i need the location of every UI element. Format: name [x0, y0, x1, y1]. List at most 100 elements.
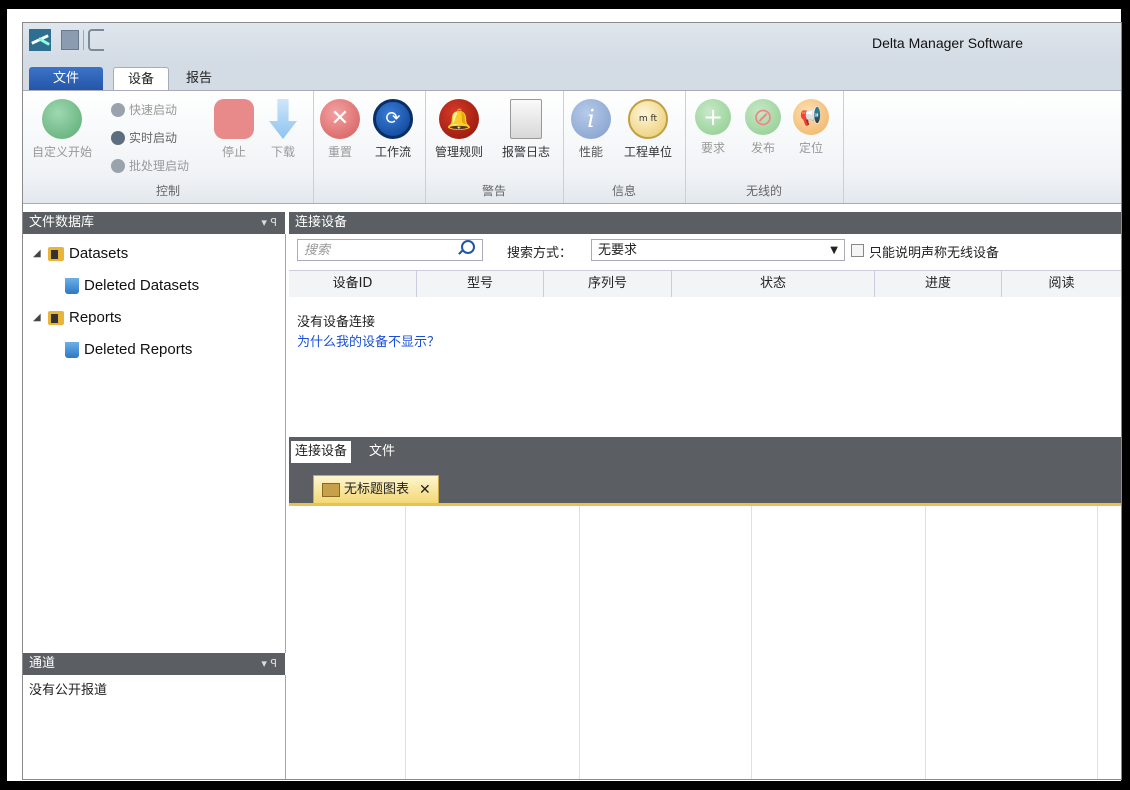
device-grid-body: 没有设备连接 为什么我的设备不显示？: [289, 297, 1121, 437]
ribbon-group-control: 自定义开始 快速启动 实时启动 批处理启动 停止 下载 控制: [23, 91, 314, 203]
file-db-tree: ◢ Datasets Deleted Datasets ◢ Reports De…: [23, 234, 286, 642]
group-title-control: 控制: [155, 184, 180, 198]
panel-splitter[interactable]: [23, 642, 286, 653]
workflow-button[interactable]: ⟳ 工作流: [365, 99, 421, 160]
custom-start-button[interactable]: 自定义开始: [27, 99, 97, 160]
expand-arrow-icon[interactable]: ◢: [33, 304, 43, 332]
alarm-log-label: 报警日志: [501, 145, 550, 159]
locate-button[interactable]: 📢 定位: [791, 99, 831, 156]
tree-item-label: Reports: [69, 309, 122, 326]
device-search-bar: 搜索 搜索方式： 无要求 ▼ 只能说明声称无线设备: [289, 234, 1121, 266]
tab-report[interactable]: 报告: [173, 67, 225, 91]
engineering-units-label: 工程单位: [623, 145, 672, 159]
custom-start-label: 自定义开始: [31, 145, 92, 159]
alarm-log-button[interactable]: 报警日志: [495, 99, 557, 160]
grid-line: [405, 506, 406, 779]
publish-button[interactable]: ⊘ 发布: [743, 99, 783, 156]
publish-blocked-icon: ⊘: [745, 99, 781, 135]
batch-icon: [111, 158, 125, 173]
why-devices-missing-link[interactable]: 为什么我的设备不显示？: [297, 331, 440, 350]
download-arrow-icon: [269, 99, 297, 139]
expand-arrow-icon[interactable]: ◢: [33, 240, 43, 268]
tab-file[interactable]: 文件: [29, 67, 103, 91]
app-title: Delta Manager Software: [872, 35, 1023, 51]
channels-body: 没有公开报道: [23, 675, 286, 779]
stop-label: 停止: [221, 145, 246, 159]
app-logo-icon[interactable]: [29, 29, 51, 51]
column-header-device-id[interactable]: 设备ID: [289, 271, 417, 297]
tree-item-label: Deleted Reports: [84, 341, 193, 358]
column-header-status[interactable]: 状态: [672, 271, 875, 297]
column-header-progress[interactable]: 进度: [875, 271, 1002, 297]
column-header-serial[interactable]: 序列号: [544, 271, 672, 297]
tab-device[interactable]: 设备: [113, 67, 169, 92]
engineering-units-button[interactable]: m ft 工程单位: [617, 99, 679, 160]
undo-icon[interactable]: [88, 29, 104, 51]
download-button[interactable]: 下载: [263, 99, 303, 160]
quick-start-label: 快速启动: [129, 103, 178, 117]
group-title-info: 信息: [611, 184, 636, 198]
play-icon: [111, 130, 125, 145]
grid-line: [925, 506, 926, 779]
connected-devices-header: 连接设备: [289, 212, 1121, 234]
column-header-reading[interactable]: 阅读: [1002, 271, 1121, 297]
tab-connected-devices[interactable]: 连接设备: [291, 441, 352, 463]
start-circle-icon: [42, 99, 82, 139]
tree-item-deleted-datasets[interactable]: Deleted Datasets: [65, 272, 199, 300]
device-grid-header: 设备ID 型号 序列号 状态 进度 阅读: [289, 270, 1121, 298]
tree-item-datasets[interactable]: ◢ Datasets: [33, 240, 128, 268]
locate-label: 定位: [798, 141, 823, 155]
channels-title: 通道: [29, 656, 56, 671]
grid-line: [1097, 506, 1098, 779]
group-title-alarm: 警告: [481, 184, 506, 198]
runner-icon: [111, 102, 125, 117]
quick-start-button[interactable]: 快速启动: [111, 101, 177, 118]
grid-line: [751, 506, 752, 779]
reset-x-icon: ✕: [320, 99, 360, 139]
no-devices-text: 没有设备连接: [297, 315, 376, 330]
save-icon[interactable]: [61, 30, 79, 50]
search-icon[interactable]: [461, 240, 475, 254]
ribbon-group-wireless: + 要求 ⊘ 发布 📢 定位 无线的: [685, 91, 844, 203]
grid-line: [579, 506, 580, 779]
toolbar-divider: [83, 30, 84, 50]
realtime-start-button[interactable]: 实时启动: [111, 129, 177, 146]
stop-button[interactable]: 停止: [211, 99, 257, 160]
chart-canvas[interactable]: [289, 506, 1121, 779]
wireless-only-checkbox[interactable]: [851, 244, 864, 257]
file-db-title: 文件数据库: [29, 215, 95, 230]
device-search-input[interactable]: 搜索: [297, 239, 483, 261]
file-db-panel-header: 文件数据库 ▾ ꟼ: [23, 212, 285, 234]
search-mode-label: 搜索方式：: [507, 246, 573, 261]
megaphone-icon: 📢: [793, 99, 829, 135]
tab-files[interactable]: 文件: [365, 441, 399, 463]
search-mode-select[interactable]: 无要求 ▼: [591, 239, 845, 261]
chart-icon: [322, 482, 340, 497]
performance-button[interactable]: i 性能: [571, 99, 611, 160]
request-label: 要求: [700, 141, 725, 155]
report-folder-icon: [48, 311, 64, 325]
download-label: 下载: [270, 145, 295, 159]
close-icon[interactable]: ✕: [419, 476, 431, 504]
batch-start-button[interactable]: 批处理启动: [111, 157, 189, 174]
manage-rules-button[interactable]: 🔔 管理规则: [429, 99, 489, 160]
tree-item-label: Datasets: [69, 245, 129, 262]
ribbon-group-process: ✕ 重置 ⟳ 工作流: [313, 91, 426, 203]
document-tab-area: 无标题图表 ✕: [289, 465, 1121, 505]
quick-access-toolbar: [29, 29, 104, 51]
chevron-down-icon: ▼: [830, 245, 838, 256]
recycle-bin-icon: [65, 278, 79, 294]
search-mode-value: 无要求: [598, 243, 638, 258]
tree-item-deleted-reports[interactable]: Deleted Reports: [65, 336, 192, 364]
ribbon: 自定义开始 快速启动 实时启动 批处理启动 停止 下载 控制 ✕ 重置 ⟳ 工作…: [23, 90, 1121, 204]
units-gauge-icon: m ft: [628, 99, 668, 139]
request-button[interactable]: + 要求: [693, 99, 733, 156]
document-tab[interactable]: 无标题图表 ✕: [313, 475, 439, 503]
reset-button[interactable]: ✕ 重置: [317, 99, 363, 160]
panel-pin-icon[interactable]: ▾ ꟼ: [261, 212, 277, 234]
tree-item-reports[interactable]: ◢ Reports: [33, 304, 122, 332]
ribbon-tabs: 文件 设备 报告: [23, 61, 1121, 92]
panel-pin-icon[interactable]: ▾ ꟼ: [261, 653, 277, 675]
document-tab-label: 无标题图表: [344, 481, 410, 497]
column-header-model[interactable]: 型号: [417, 271, 544, 297]
